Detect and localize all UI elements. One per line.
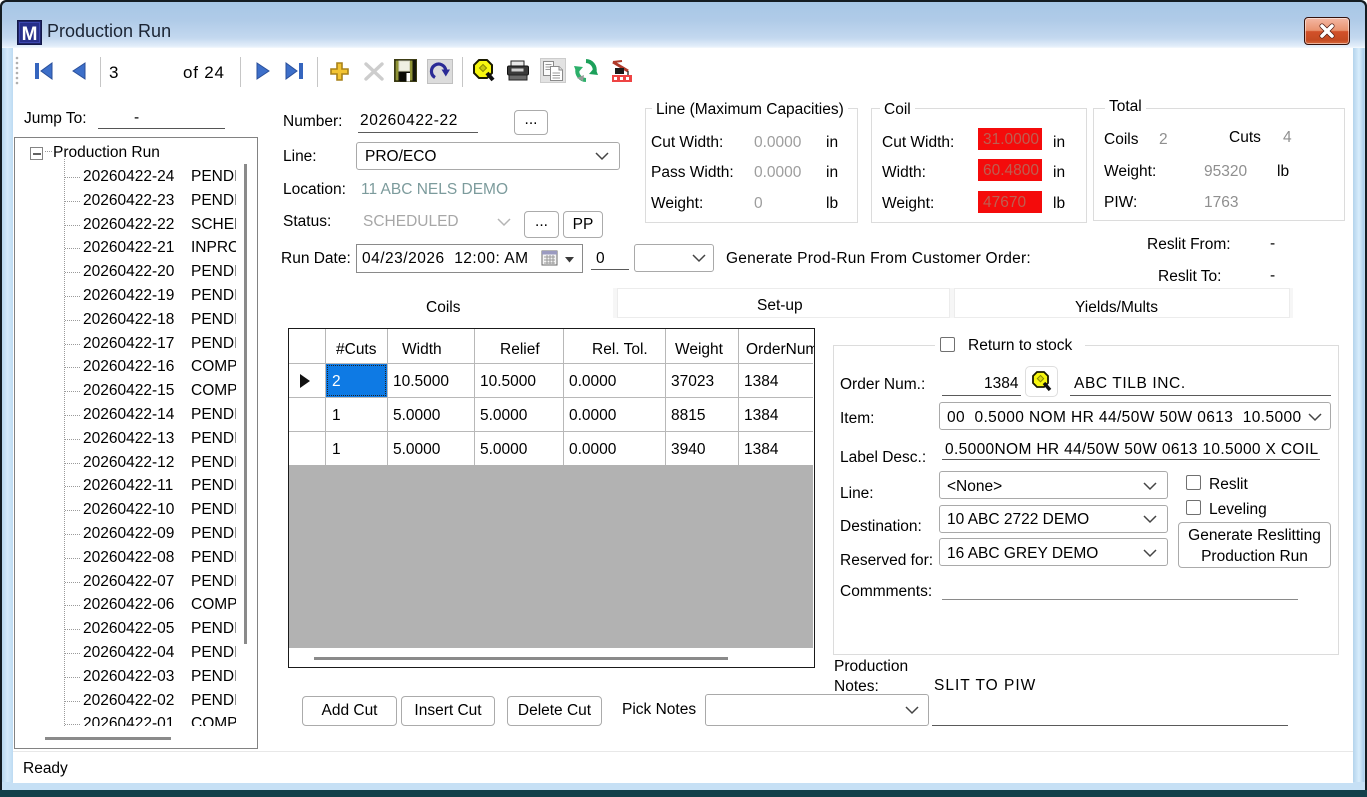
svg-text:M: M — [22, 24, 38, 45]
